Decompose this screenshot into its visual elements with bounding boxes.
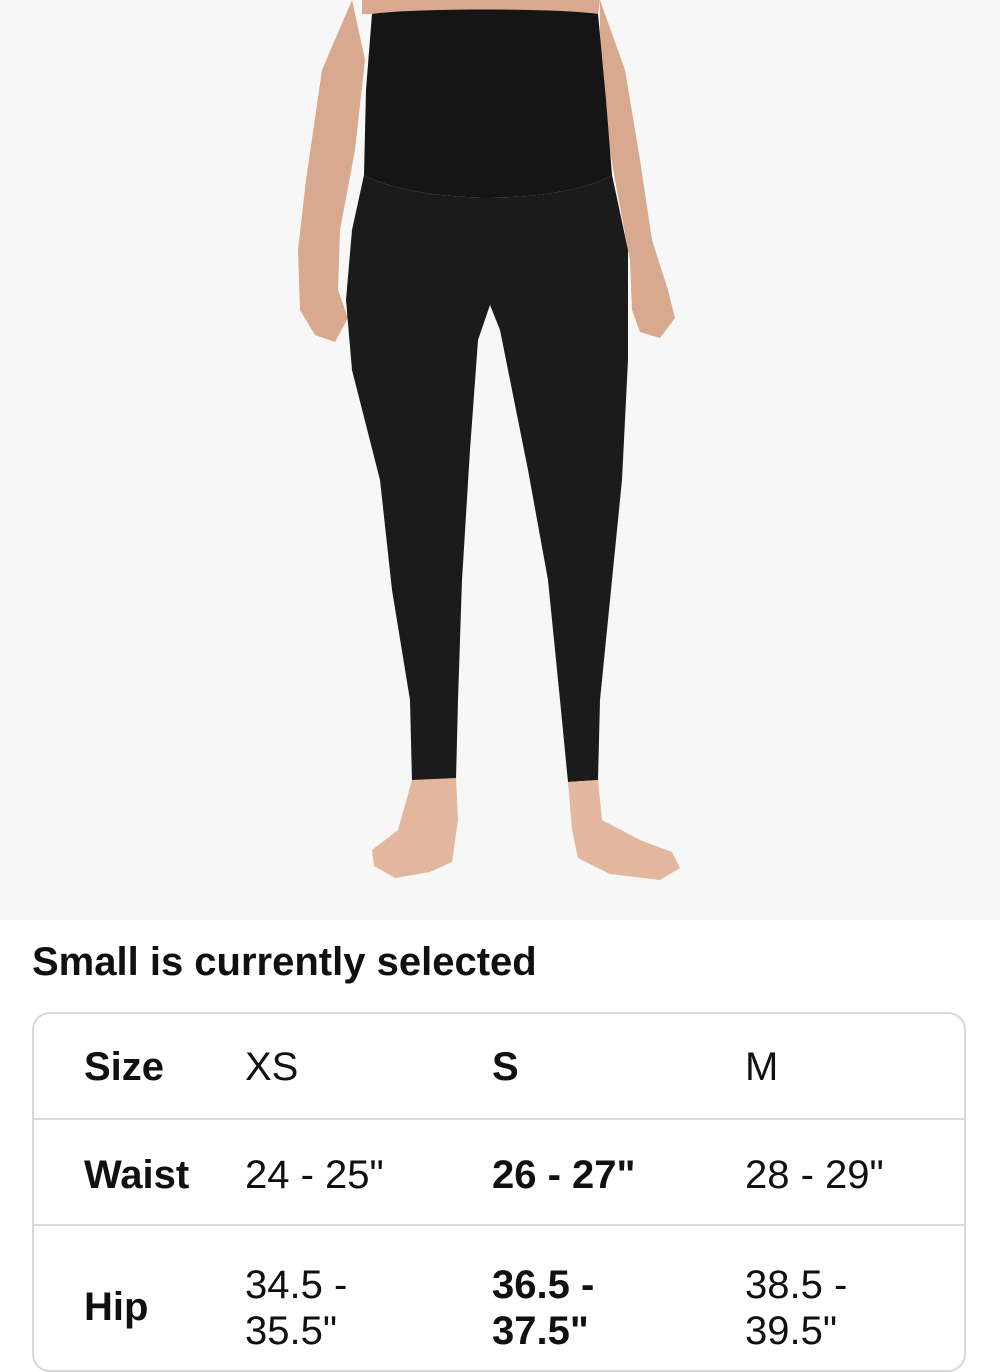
waist-xs-value: 24 - 25" bbox=[245, 1153, 384, 1197]
left-foot bbox=[372, 778, 458, 878]
hip-xs-value: 34.5 - 35.5" bbox=[245, 1262, 347, 1354]
legging-body bbox=[346, 175, 628, 782]
waist-s-value: 26 - 27" bbox=[492, 1153, 636, 1197]
leggings-illustration bbox=[298, 0, 680, 880]
waist-row-label: Waist bbox=[84, 1153, 190, 1197]
hip-row-label: Hip bbox=[84, 1285, 149, 1329]
hip-xs-line2: 35.5" bbox=[245, 1309, 338, 1353]
waist-row: Waist 24 - 25" 26 - 27" 28 - 29" bbox=[34, 1120, 964, 1226]
size-m-header[interactable]: M bbox=[745, 1044, 778, 1090]
hip-s-line2: 37.5" bbox=[492, 1309, 589, 1353]
size-xs-header[interactable]: XS bbox=[245, 1044, 298, 1090]
selection-status-text: Small is currently selected bbox=[32, 940, 537, 984]
hip-m-line1: 38.5 - bbox=[745, 1263, 848, 1307]
right-foot bbox=[568, 780, 680, 880]
size-row-label: Size bbox=[84, 1045, 165, 1089]
belly-panel bbox=[364, 9, 612, 198]
hip-m-line2: 39.5" bbox=[745, 1309, 838, 1353]
hip-m-value: 38.5 - 39.5" bbox=[745, 1262, 847, 1354]
size-row: Size XS S M bbox=[34, 1014, 964, 1120]
size-chart-table: Size XS S M Waist 24 - 25" 26 - 27" 28 -… bbox=[32, 1012, 966, 1372]
hip-s-value: 36.5 - 37.5" bbox=[492, 1262, 594, 1354]
waist-m-value: 28 - 29" bbox=[745, 1153, 884, 1197]
hip-s-line1: 36.5 - bbox=[492, 1263, 595, 1307]
hip-xs-line1: 34.5 - bbox=[245, 1263, 348, 1307]
hip-row: Hip 34.5 - 35.5" 36.5 - 37.5" 38.5 - 39.… bbox=[34, 1226, 964, 1370]
size-s-header[interactable]: S bbox=[492, 1044, 519, 1090]
product-image[interactable] bbox=[0, 0, 1000, 920]
